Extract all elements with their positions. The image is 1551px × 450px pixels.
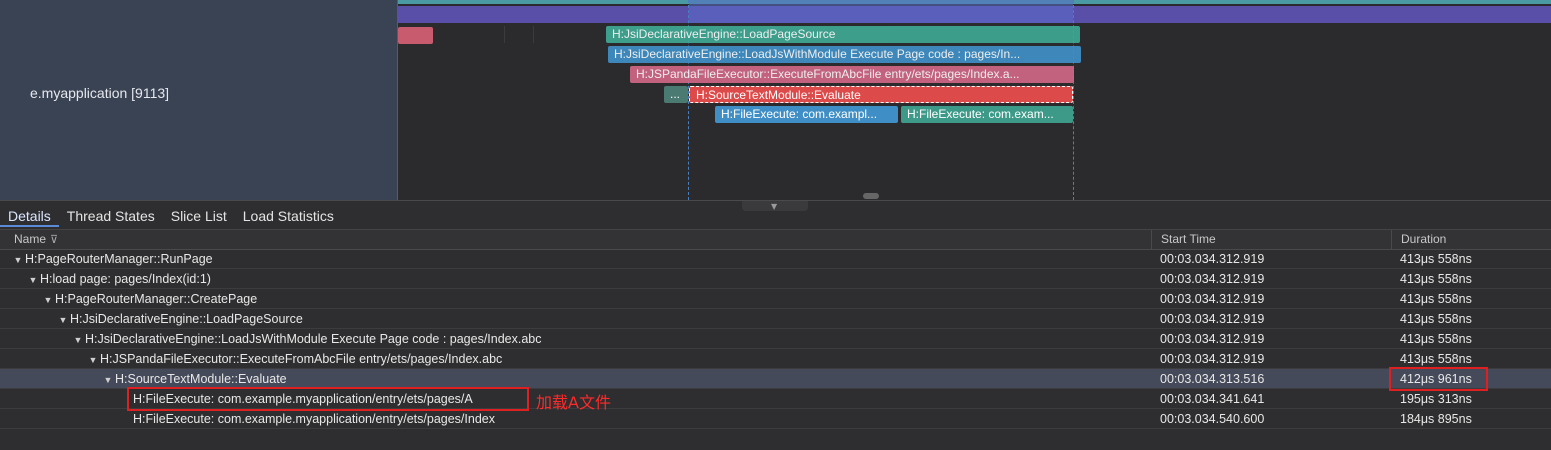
header-duration[interactable]: Duration: [1391, 230, 1551, 249]
slice-evaluate[interactable]: H:SourceTextModule::Evaluate: [689, 86, 1073, 103]
expand-caret-icon[interactable]: ▼: [41, 290, 55, 310]
details-tabs: Details Thread States Slice List Load St…: [0, 205, 342, 227]
row-start-time: 00:03.034.313.516: [1160, 372, 1265, 386]
panel-collapse-handle[interactable]: ▼: [742, 201, 808, 211]
table-row[interactable]: ▼ H:PageRouterManager::RunPage 00:03.034.…: [0, 249, 1551, 269]
trace-scroll-thumb[interactable]: [863, 193, 879, 199]
expand-caret-icon[interactable]: ▼: [56, 310, 70, 330]
slice-load-js-with-module[interactable]: H:JsiDeclarativeEngine::LoadJsWithModule…: [608, 46, 1081, 63]
trace-area[interactable]: e.myapplication [9113] H:JsiDeclarativeE…: [0, 0, 1551, 200]
table-row[interactable]: ▼ H:JsiDeclarativeEngine::LoadPageSource …: [0, 309, 1551, 329]
row-duration: 413μs 558ns: [1400, 312, 1472, 326]
slice-ellipsis[interactable]: ...: [664, 86, 688, 103]
track-tick: [533, 26, 534, 43]
row-start-time: 00:03.034.312.919: [1160, 332, 1265, 346]
slice-load-page-source[interactable]: H:JsiDeclarativeEngine::LoadPageSource: [606, 26, 1080, 43]
filter-icon[interactable]: ⊽: [50, 231, 58, 250]
row-start-time: 00:03.034.540.600: [1160, 412, 1265, 426]
table-row[interactable]: ▼ H:load page: pages/Index(id:1) 00:03.03…: [0, 269, 1551, 289]
header-start-time[interactable]: Start Time: [1151, 230, 1390, 249]
table-row[interactable]: H:FileExecute: com.example.myapplication…: [0, 409, 1551, 429]
tab-slice-list[interactable]: Slice List: [163, 205, 235, 227]
row-duration: 413μs 558ns: [1400, 272, 1472, 286]
row-name: H:SourceTextModule::Evaluate: [115, 372, 287, 386]
row-start-time: 00:03.034.341.641: [1160, 392, 1265, 406]
row-duration: 195μs 313ns: [1400, 392, 1472, 406]
tab-thread-states[interactable]: Thread States: [59, 205, 163, 227]
row-start-time: 00:03.034.312.919: [1160, 272, 1265, 286]
header-name[interactable]: Name ⊽: [5, 230, 1150, 249]
expand-caret-icon[interactable]: ▼: [101, 370, 115, 390]
chevron-down-icon: ▼: [771, 202, 778, 211]
table-row[interactable]: ▼ H:JSPandaFileExecutor::ExecuteFromAbcFi…: [0, 349, 1551, 369]
row-duration: 184μs 895ns: [1400, 412, 1472, 426]
slice-file-execute-index[interactable]: H:FileExecute: com.exam...: [901, 106, 1073, 123]
slice-file-execute-a[interactable]: H:FileExecute: com.exampl...: [715, 106, 898, 123]
row-name: H:JsiDeclarativeEngine::LoadPageSource: [70, 312, 303, 326]
expand-caret-icon[interactable]: ▼: [26, 270, 40, 290]
highlight-box-duration: [1389, 367, 1488, 391]
slice-execute-from-abc[interactable]: H:JSPandaFileExecutor::ExecuteFromAbcFil…: [630, 66, 1074, 83]
thread-label-panel[interactable]: e.myapplication [9113]: [0, 0, 398, 200]
row-duration: 413μs 558ns: [1400, 352, 1472, 366]
row-start-time: 00:03.034.312.919: [1160, 252, 1265, 266]
table-header: Name ⊽ Start Time Duration: [0, 229, 1551, 250]
tab-load-statistics[interactable]: Load Statistics: [235, 205, 342, 227]
table-row-selected[interactable]: ▼ H:SourceTextModule::Evaluate 00:03.034.…: [0, 369, 1551, 389]
expand-caret-icon[interactable]: ▼: [86, 350, 100, 370]
row-duration: 413μs 558ns: [1400, 332, 1472, 346]
highlight-box-file-a: [127, 387, 529, 411]
tab-details[interactable]: Details: [0, 205, 59, 227]
thread-label: e.myapplication [9113]: [30, 85, 170, 101]
row-duration: 413μs 558ns: [1400, 252, 1472, 266]
row-name: H:JSPandaFileExecutor::ExecuteFromAbcFil…: [100, 352, 503, 366]
row-name: H:PageRouterManager::RunPage: [25, 252, 213, 266]
row-name: H:FileExecute: com.example.myapplication…: [133, 412, 495, 426]
row-name: H:PageRouterManager::CreatePage: [55, 292, 258, 306]
row-start-time: 00:03.034.312.919: [1160, 312, 1265, 326]
expand-caret-icon[interactable]: ▼: [71, 330, 85, 350]
row-start-time: 00:03.034.312.919: [1160, 292, 1265, 306]
track-tick: [504, 26, 505, 43]
expand-caret-icon[interactable]: ▼: [11, 250, 25, 270]
details-panel: ▼ Details Thread States Slice List Load …: [0, 200, 1551, 450]
row-name: H:JsiDeclarativeEngine::LoadJsWithModule…: [85, 332, 542, 346]
table-row[interactable]: ▼ H:PageRouterManager::CreatePage 00:03.0…: [0, 289, 1551, 309]
row-duration: 413μs 558ns: [1400, 292, 1472, 306]
trace-track[interactable]: H:JsiDeclarativeEngine::LoadPageSource H…: [398, 0, 1551, 200]
table-row[interactable]: ▼ H:JsiDeclarativeEngine::LoadJsWithModul…: [0, 329, 1551, 349]
annotation-label: 加载A文件: [536, 393, 611, 412]
row-start-time: 00:03.034.312.919: [1160, 352, 1265, 366]
header-name-label: Name: [14, 232, 47, 246]
trace-slice-small[interactable]: [398, 27, 433, 44]
row-name: H:load page: pages/Index(id:1): [40, 272, 211, 286]
